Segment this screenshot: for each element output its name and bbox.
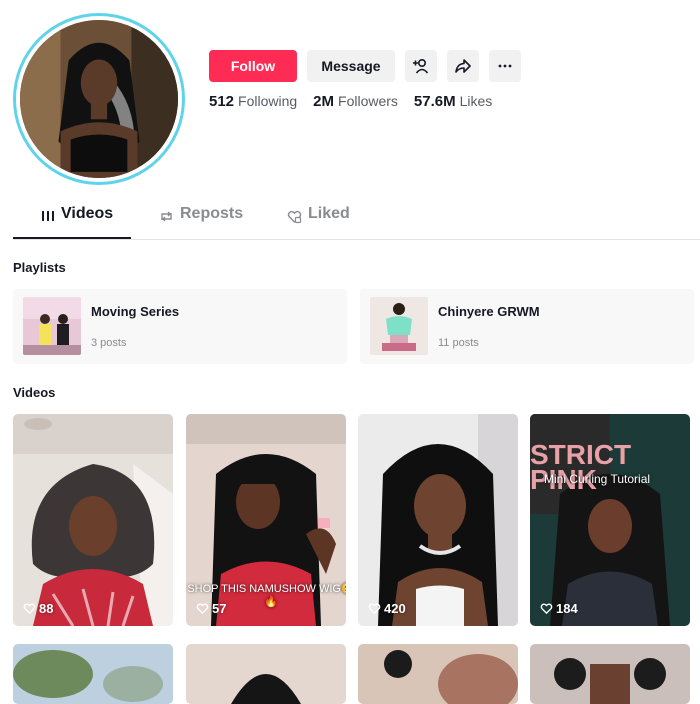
video-likes: 57 (196, 601, 226, 616)
playlist-thumbnail (370, 297, 428, 355)
video-card[interactable] (186, 644, 346, 704)
video-card[interactable]: 420 (358, 414, 518, 626)
video-card[interactable] (358, 644, 518, 704)
video-thumbnail (358, 414, 518, 626)
following-stat[interactable]: 512 Following (209, 93, 297, 110)
video-likes: 420 (368, 601, 406, 616)
video-thumbnail (530, 644, 690, 704)
video-likes: 88 (23, 601, 53, 616)
active-tab-indicator (13, 237, 131, 239)
videos-heading: Videos (13, 385, 56, 400)
more-dots-icon (498, 64, 512, 68)
heart-icon (23, 603, 36, 615)
video-caption: Mini Curling Tutorial (544, 472, 651, 486)
tab-liked-label: Liked (308, 205, 350, 222)
video-likes-count: 57 (212, 601, 227, 616)
video-likes-count: 420 (384, 601, 406, 616)
playlist-thumbnail-image (370, 297, 428, 355)
tab-liked[interactable]: Liked (287, 205, 350, 239)
profile-stats: 512 Following 2M Followers 57.6M Likes (209, 93, 492, 110)
avatar-photo (20, 20, 178, 178)
followers-count: 2M (313, 93, 335, 110)
video-card[interactable]: SHOP THIS NAMUSHOW WIG😊🔥 57 (186, 414, 346, 626)
playlist-count: 3 posts (91, 337, 127, 349)
followers-label: Followers (338, 93, 398, 109)
add-user-icon (413, 58, 429, 74)
likes-label: Likes (459, 93, 493, 109)
liked-heart-icon (287, 210, 302, 224)
video-card[interactable]: STRICT PINK Mini Curling Tutorial 184 (530, 414, 690, 626)
message-button[interactable]: Message (307, 50, 395, 82)
avatar-illustration (20, 20, 178, 178)
avatar-border (16, 16, 182, 182)
video-likes: 184 (540, 601, 578, 616)
tab-reposts[interactable]: Reposts (159, 205, 243, 239)
share-arrow-icon (455, 59, 471, 73)
followers-stat[interactable]: 2M Followers (313, 93, 398, 110)
video-card[interactable] (530, 644, 690, 704)
grid-bars-icon (42, 211, 54, 221)
tab-videos-label: Videos (61, 205, 114, 222)
video-card[interactable] (13, 644, 173, 704)
profile-avatar[interactable] (13, 13, 185, 185)
share-profile-button[interactable] (447, 50, 479, 82)
likes-stat: 57.6M Likes (414, 93, 492, 110)
playlist-thumbnail (23, 297, 81, 355)
video-card[interactable]: 88 (13, 414, 173, 626)
following-label: Following (238, 93, 298, 109)
heart-icon (196, 603, 209, 615)
add-friend-button[interactable] (405, 50, 437, 82)
more-options-button[interactable] (489, 50, 521, 82)
repost-icon (161, 211, 172, 222)
video-thumbnail (186, 644, 346, 704)
playlist-card[interactable]: Chinyere GRWM 11 posts (360, 289, 694, 364)
playlist-card[interactable]: Moving Series 3 posts (13, 289, 347, 364)
playlist-count: 11 posts (438, 337, 479, 349)
following-count: 512 (209, 93, 235, 110)
video-likes-count: 88 (39, 601, 54, 616)
heart-icon (368, 603, 381, 615)
tab-videos[interactable]: Videos (41, 205, 113, 239)
playlist-thumbnail-image (23, 297, 81, 355)
video-thumbnail (13, 644, 173, 704)
tab-reposts-label: Reposts (180, 205, 244, 222)
playlist-title: Moving Series (91, 304, 180, 319)
profile-tabs: Videos Reposts Liked (13, 205, 700, 240)
likes-count: 57.6M (413, 93, 456, 110)
video-thumbnail (13, 414, 173, 626)
video-thumbnail (358, 644, 518, 704)
follow-button[interactable]: Follow (209, 50, 297, 82)
heart-icon (540, 603, 553, 615)
video-likes-count: 184 (556, 601, 578, 616)
playlists-heading: Playlists (13, 260, 66, 275)
playlist-title: Chinyere GRWM (438, 304, 540, 319)
